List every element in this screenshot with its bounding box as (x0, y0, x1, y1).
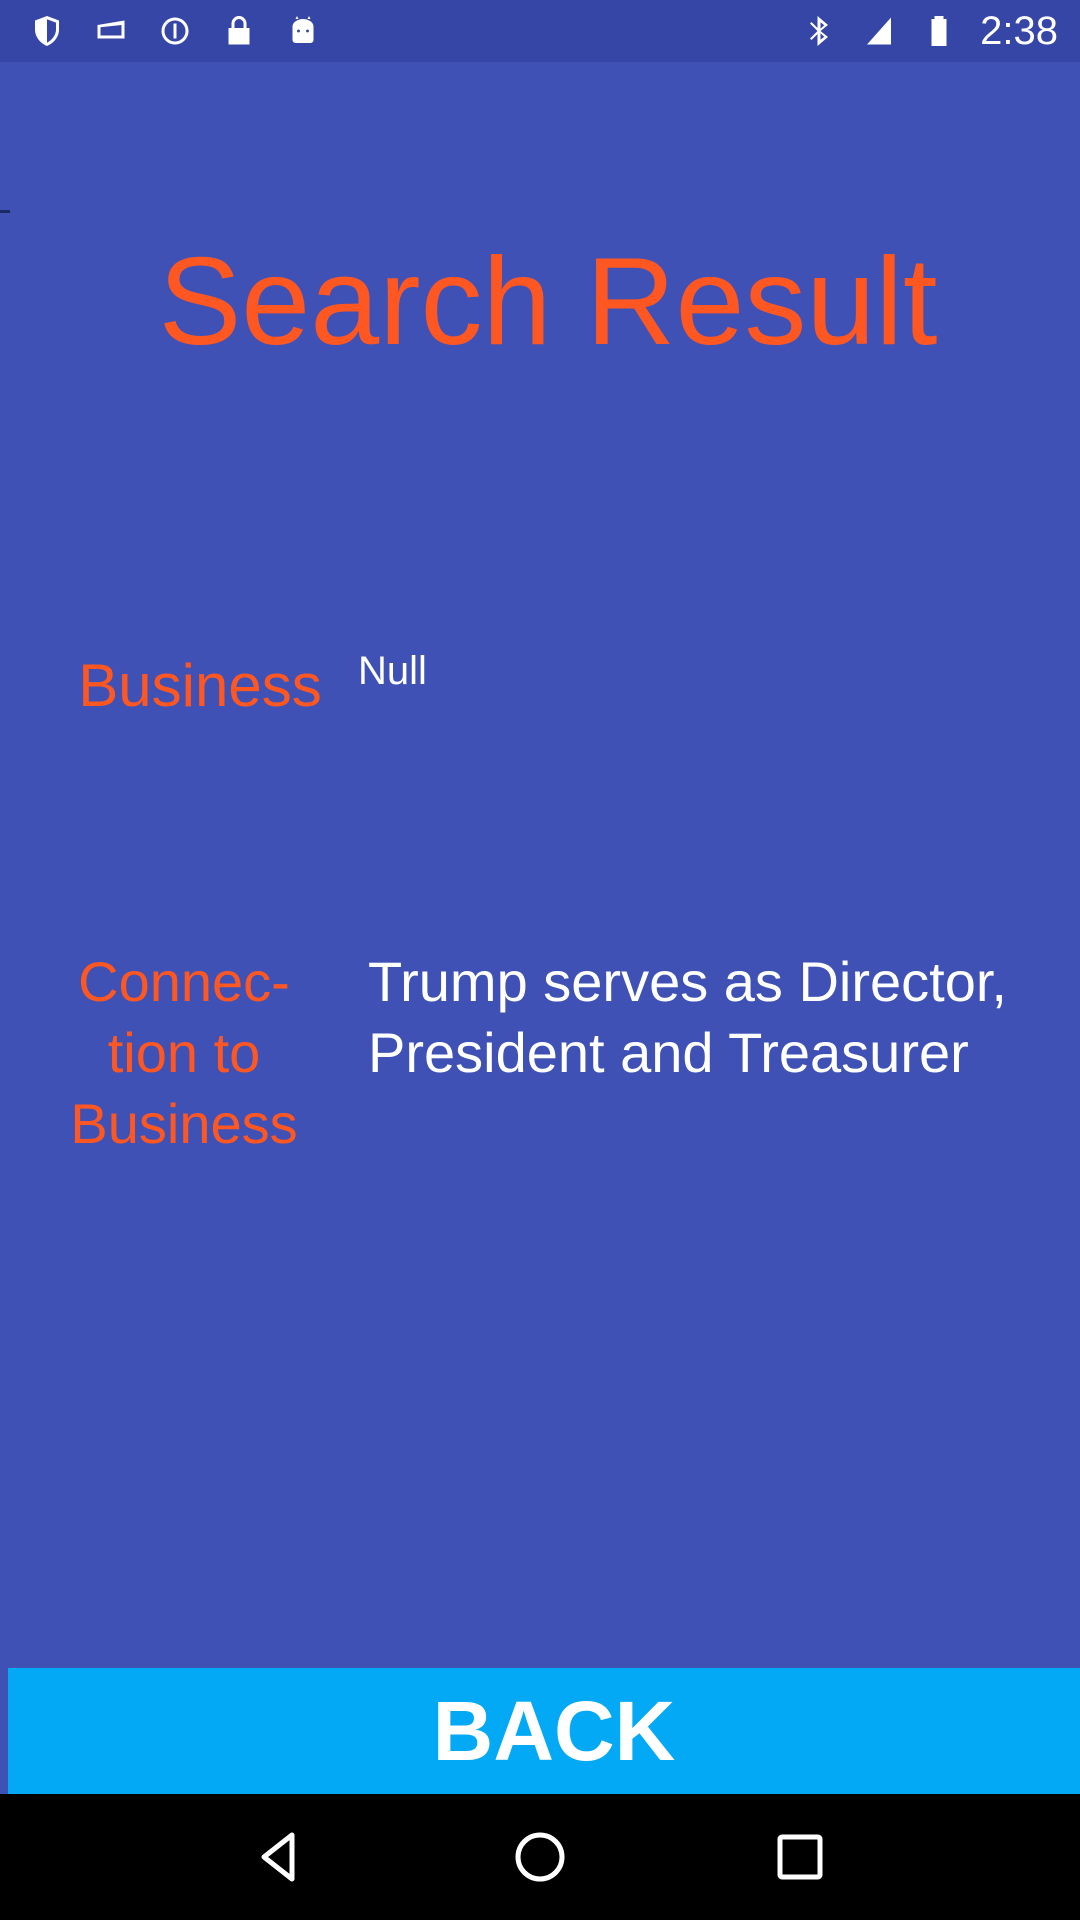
business-label: Business (78, 652, 322, 719)
connection-label: Connec-tion to Business (70, 950, 298, 1155)
bluetooth-icon (800, 12, 838, 50)
business-value: Null (358, 649, 427, 693)
edge-marker (0, 210, 10, 213)
recents-square-icon[interactable] (760, 1817, 840, 1897)
connection-value: Trump serves as Director, President and … (368, 950, 1007, 1084)
status-bar: 2:38 (0, 0, 1080, 62)
shield-icon (28, 12, 66, 50)
back-triangle-icon[interactable] (240, 1817, 320, 1897)
lock-icon (220, 12, 258, 50)
battery-icon (920, 12, 958, 50)
back-button[interactable]: BACK (8, 1668, 1080, 1794)
app-screen: 2:38 Search Result Business Null Connec-… (0, 0, 1080, 1920)
system-nav-bar (0, 1794, 1080, 1920)
home-circle-icon[interactable] (500, 1817, 580, 1897)
status-left-icons (28, 10, 322, 52)
status-right-icons: 2:38 (800, 10, 1058, 52)
signal-icon (860, 12, 898, 50)
android-icon (284, 12, 322, 50)
page-title: Search Result (158, 233, 938, 371)
info-circle-icon (156, 12, 194, 50)
status-time: 2:38 (980, 9, 1058, 53)
mail-icon (92, 12, 130, 50)
